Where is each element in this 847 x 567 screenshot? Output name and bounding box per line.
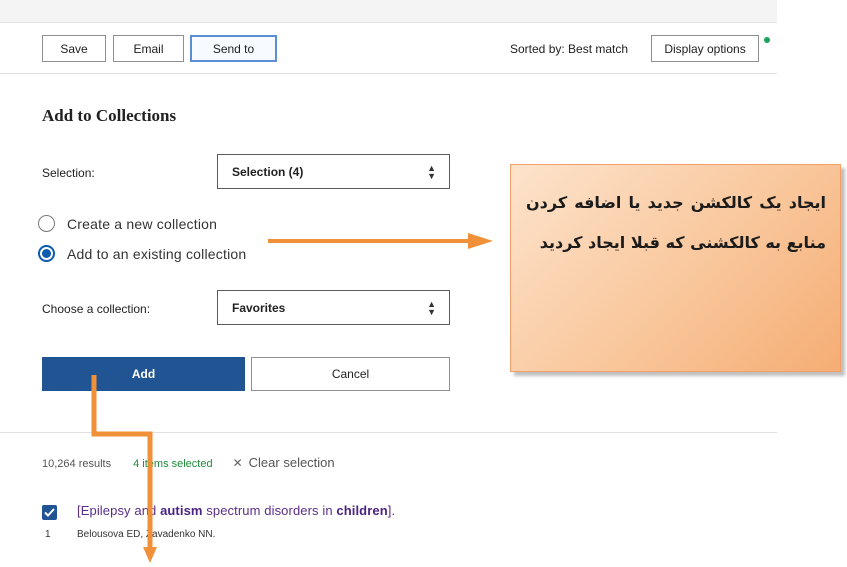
annotation-arrows	[91, 233, 493, 563]
arrow-right-icon	[268, 233, 493, 249]
arrow-down-icon	[91, 375, 157, 563]
